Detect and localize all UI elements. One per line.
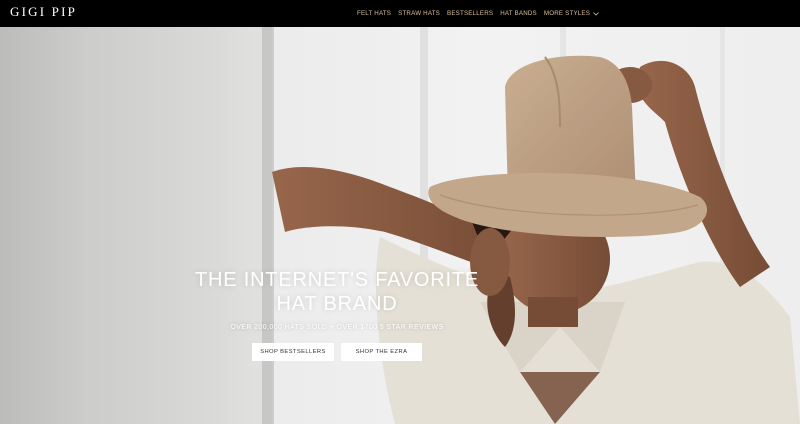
- hero-image: [0, 27, 800, 424]
- nav-felt-hats[interactable]: FELT HATS: [357, 10, 391, 17]
- chevron-down-icon: [593, 11, 599, 16]
- hero-title-line-1: THE INTERNET'S FAVORITE: [194, 269, 480, 291]
- hero-title: THE INTERNET'S FAVORITE HAT BRAND: [190, 268, 484, 316]
- hero-subtitle: OVER 200,000 HATS SOLD + OVER 1700 5 STA…: [230, 324, 444, 331]
- nav-straw-hats[interactable]: STRAW HATS: [398, 10, 440, 17]
- shop-bestsellers-button[interactable]: SHOP BESTSELLERS: [252, 343, 334, 361]
- nav-more-styles[interactable]: MORE STYLES: [544, 10, 599, 17]
- brand-logo[interactable]: GIGI PIP: [10, 4, 77, 20]
- header-bar: GIGI PIP FELT HATS STRAW HATS BESTSELLER…: [0, 0, 800, 27]
- hero-banner: THE INTERNET'S FAVORITE HAT BRAND OVER 2…: [0, 27, 800, 424]
- main-nav: FELT HATS STRAW HATS BESTSELLERS HAT BAN…: [357, 0, 599, 27]
- nav-hat-bands[interactable]: HAT BANDS: [500, 10, 537, 17]
- hero-title-line-2: HAT BRAND: [276, 293, 398, 315]
- shop-the-ezra-button[interactable]: SHOP THE EZRA: [341, 343, 422, 361]
- nav-more-styles-label: MORE STYLES: [543, 10, 591, 17]
- nav-bestsellers[interactable]: BESTSELLERS: [447, 10, 493, 17]
